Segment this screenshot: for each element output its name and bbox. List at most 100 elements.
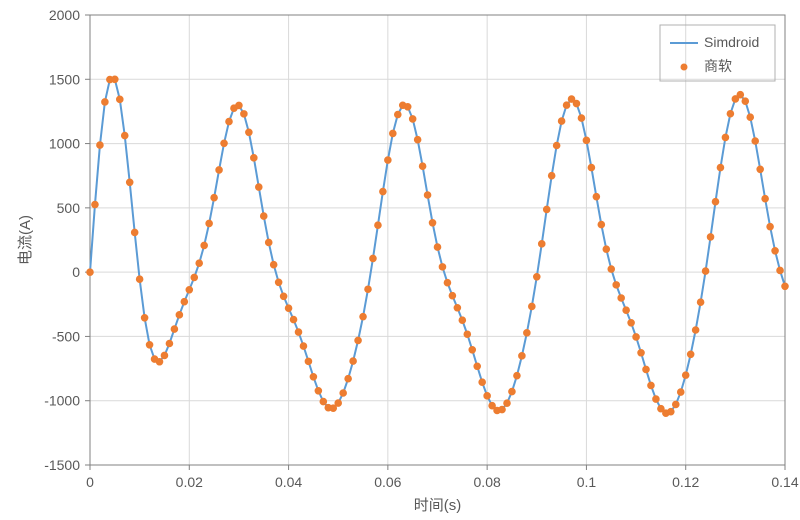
series-marker: [255, 184, 262, 191]
series-marker: [424, 192, 431, 199]
series-marker: [533, 273, 540, 280]
y-tick-label: -500: [52, 328, 80, 344]
series-marker: [121, 132, 128, 139]
series-marker: [722, 134, 729, 141]
y-tick-label: 1500: [49, 71, 80, 87]
series-marker: [141, 314, 148, 321]
series-marker: [320, 398, 327, 405]
series-marker: [375, 222, 382, 229]
series-marker: [717, 164, 724, 171]
series-marker: [290, 316, 297, 323]
series-marker: [211, 194, 218, 201]
series-marker: [782, 283, 789, 290]
series-marker: [628, 320, 635, 327]
series-marker: [310, 374, 317, 381]
series-marker: [340, 390, 347, 397]
series-marker: [777, 267, 784, 274]
series-marker: [484, 393, 491, 400]
series-marker: [419, 163, 426, 170]
legend-label-simdroid: Simdroid: [704, 34, 759, 50]
series-marker: [246, 129, 253, 136]
series-marker: [737, 91, 744, 98]
series-marker: [216, 167, 223, 174]
series-marker: [474, 363, 481, 370]
series-marker: [186, 286, 193, 293]
series-marker: [241, 111, 248, 118]
y-tick-label: 1000: [49, 136, 80, 152]
chart-svg: -1500-1000-500050010001500200000.020.040…: [0, 0, 800, 520]
series-marker: [221, 140, 228, 147]
series-marker: [112, 76, 119, 83]
series-marker: [469, 347, 476, 354]
series-marker: [181, 298, 188, 305]
series-marker: [692, 327, 699, 334]
series-marker: [156, 358, 163, 365]
series-marker: [519, 353, 526, 360]
series-marker: [439, 264, 446, 271]
series-marker: [226, 118, 233, 125]
series-marker: [161, 352, 168, 359]
series-marker: [280, 293, 287, 300]
series-marker: [459, 317, 466, 324]
series-marker: [653, 396, 660, 403]
x-tick-label: 0.04: [275, 474, 302, 490]
legend-label-shangruan: 商软: [704, 58, 732, 74]
series-marker: [638, 349, 645, 356]
series-marker: [712, 198, 719, 205]
series-marker: [543, 206, 550, 213]
series-marker: [747, 114, 754, 121]
series-marker: [707, 234, 714, 241]
x-tick-label: 0: [86, 474, 94, 490]
series-marker: [668, 408, 675, 415]
series-marker: [583, 137, 590, 144]
series-marker: [618, 295, 625, 302]
series-marker: [449, 292, 456, 299]
series-marker: [300, 343, 307, 350]
series-marker: [677, 389, 684, 396]
y-tick-label: -1500: [44, 457, 80, 473]
series-marker: [613, 282, 620, 289]
series-marker: [687, 351, 694, 358]
series-marker: [529, 303, 536, 310]
x-tick-label: 0.14: [771, 474, 798, 490]
series-marker: [757, 166, 764, 173]
series-marker: [603, 246, 610, 253]
series-marker: [206, 220, 213, 227]
series-marker: [126, 179, 133, 186]
series-marker: [335, 400, 342, 407]
series-marker: [305, 358, 312, 365]
series-marker: [102, 99, 109, 106]
series-marker: [385, 157, 392, 164]
series-marker: [762, 195, 769, 202]
series-marker: [176, 312, 183, 319]
series-marker: [514, 372, 521, 379]
series-marker: [404, 104, 411, 111]
y-axis-title: 电流(A): [17, 215, 34, 265]
series-marker: [772, 248, 779, 255]
series-marker: [548, 172, 555, 179]
series-marker: [390, 130, 397, 137]
series-marker: [593, 193, 600, 200]
series-marker: [131, 229, 138, 236]
series-marker: [563, 102, 570, 109]
series-marker: [166, 340, 173, 347]
series-marker: [752, 138, 759, 145]
x-tick-label: 0.06: [374, 474, 401, 490]
series-marker: [295, 329, 302, 336]
series-marker: [92, 201, 99, 208]
series-marker: [578, 115, 585, 122]
chart-container: -1500-1000-500050010001500200000.020.040…: [0, 0, 800, 520]
series-marker: [643, 366, 650, 373]
series-marker: [509, 388, 516, 395]
series-marker: [285, 305, 292, 312]
series-marker: [380, 188, 387, 195]
y-tick-label: 2000: [49, 7, 80, 23]
series-marker: [558, 118, 565, 125]
series-marker: [504, 400, 511, 407]
series-marker: [648, 382, 655, 389]
series-marker: [588, 164, 595, 171]
series-marker: [672, 401, 679, 408]
series-marker: [315, 388, 322, 395]
series-marker: [414, 136, 421, 143]
series-marker: [553, 142, 560, 149]
